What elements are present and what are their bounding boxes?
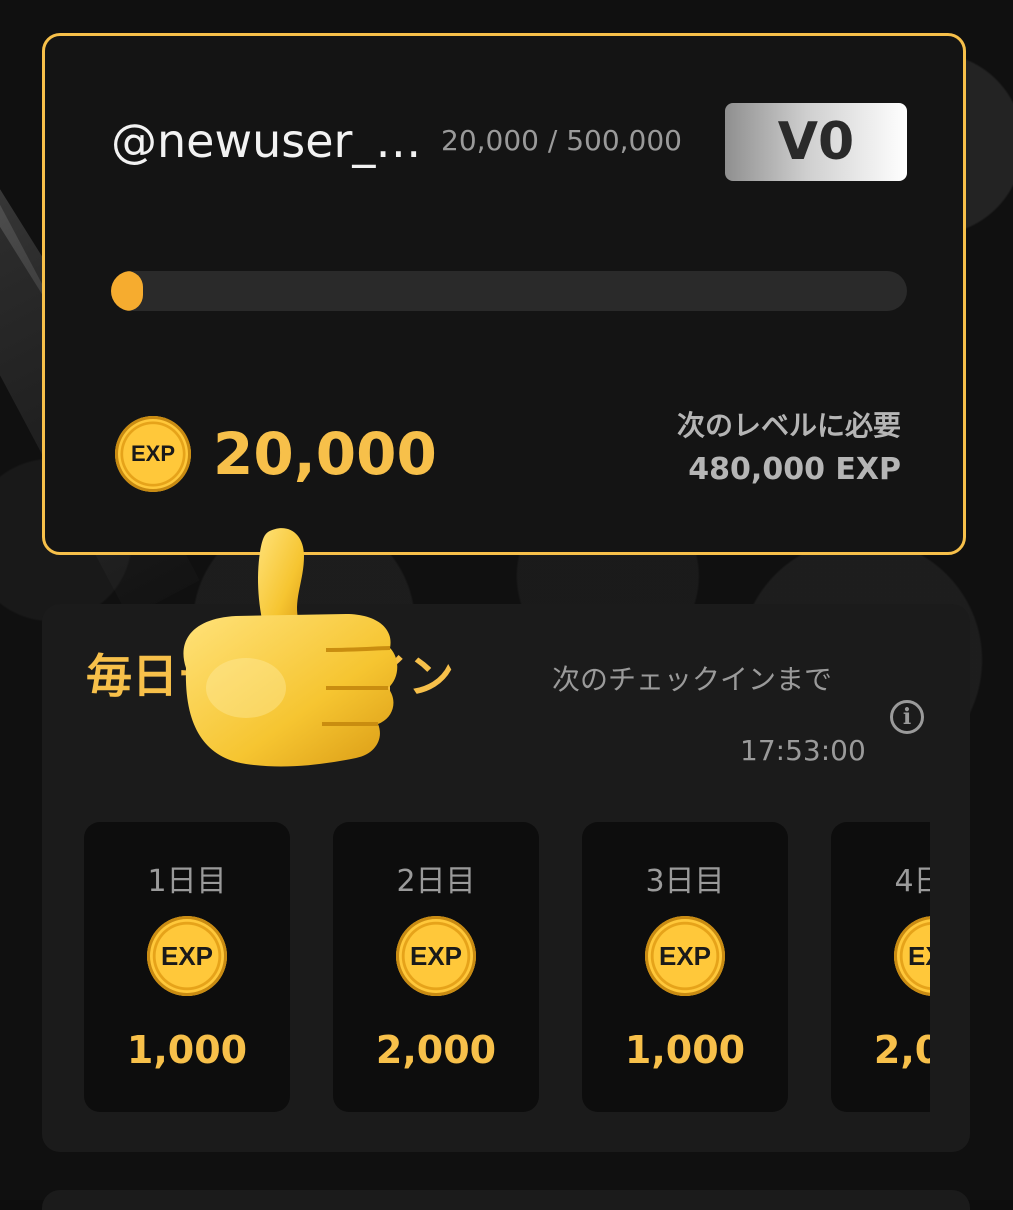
thumbs-up-icon [183, 528, 398, 767]
exp-progress-fill [111, 271, 143, 311]
next-card-edge [42, 1190, 970, 1210]
next-checkin-countdown: 17:53:00 [740, 734, 866, 767]
next-checkin-label: 次のチェックインまで [552, 663, 833, 696]
level-badge: V0 [725, 103, 907, 181]
day-reward-value: 2,000 [375, 1028, 497, 1072]
exp-progress-bar [111, 271, 907, 311]
next-level-value: 480,000 EXP [688, 452, 901, 487]
exp-coin-icon: EXP [641, 912, 729, 1000]
checkin-day-list[interactable]: 1日目 EXP 1,000 2日目 EXP 2,000 3日目 EXP 1,00… [84, 822, 930, 1112]
next-level-label: 次のレベルに必要 [676, 409, 901, 442]
exp-coin-icon: EXP [890, 912, 930, 1000]
checkin-day-card[interactable]: 2日目 EXP 2,000 [333, 822, 539, 1112]
level-card: @newuser_i… 20,000 / 500,000 V0 EXP 20,0… [42, 33, 966, 555]
day-reward-value: 1,000 [126, 1028, 248, 1072]
exp-progress-text: 20,000 / 500,000 [441, 124, 682, 157]
day-label: 1日目 [147, 864, 227, 899]
day-label: 3日目 [645, 864, 725, 899]
day-reward-value: 2,000 [873, 1028, 930, 1072]
exp-total: EXP 20,000 [111, 412, 437, 496]
day-reward-value: 1,000 [624, 1028, 746, 1072]
checkin-day-card[interactable]: 4日目 EXP 2,000 [831, 822, 930, 1112]
exp-total-value: 20,000 [213, 420, 437, 488]
exp-coin-icon: EXP [392, 912, 480, 1000]
info-icon[interactable]: i [890, 700, 924, 734]
checkin-day-card[interactable]: 3日目 EXP 1,000 [582, 822, 788, 1112]
day-label: 4日目 [894, 864, 930, 899]
day-label: 2日目 [396, 864, 476, 899]
username: @newuser_i… [111, 114, 431, 168]
checkin-day-card[interactable]: 1日目 EXP 1,000 [84, 822, 290, 1112]
exp-coin-icon: EXP [143, 912, 231, 1000]
exp-coin-icon: EXP [111, 412, 195, 496]
